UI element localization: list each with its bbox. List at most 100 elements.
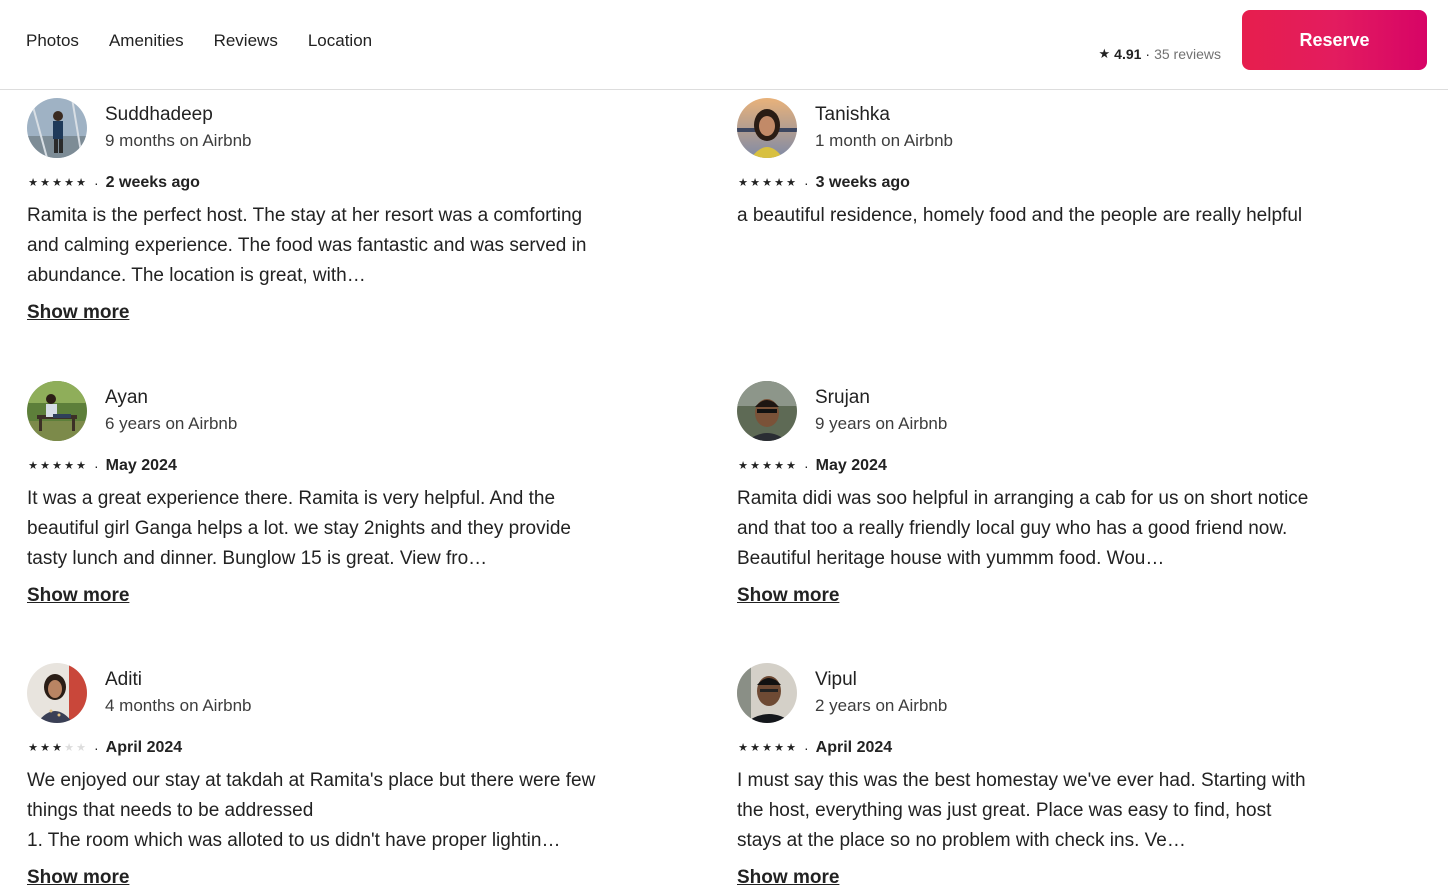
review-text: It was a great experience there. Ramita … [27, 488, 571, 569]
star-icon: ★ [76, 460, 86, 472]
show-more-link[interactable]: Show more [737, 867, 839, 889]
meta-separator: · [804, 740, 809, 756]
review-meta: ★ ★ ★ ★ ★ · April 2024 [737, 739, 892, 757]
star-icon: ★ [762, 460, 772, 472]
review-text: Ramita didi was soo helpful in arranging… [737, 488, 1309, 569]
star-rating: ★ ★ ★ ★ ★ [27, 742, 87, 754]
review-text: I must say this was the best homestay we… [737, 770, 1306, 851]
star-icon: ★ [774, 460, 784, 472]
star-icon: ★ [738, 177, 748, 189]
review-date: May 2024 [105, 457, 177, 474]
sticky-header: Photos Amenities Reviews Location ★ 4.91… [0, 0, 1448, 90]
nav-location-link[interactable]: Location [308, 30, 372, 52]
star-icon: ★ [28, 742, 38, 754]
reserve-button[interactable]: Reserve [1242, 10, 1427, 70]
reviewer-tenure: 9 months on Airbnb [105, 131, 252, 150]
review-date: April 2024 [105, 739, 183, 756]
show-more-link[interactable]: Show more [27, 867, 129, 889]
review-meta: ★ ★ ★ ★ ★ · May 2024 [737, 457, 887, 475]
star-icon: ★ [750, 177, 760, 189]
reviewer-tenure: 2 years on Airbnb [815, 696, 948, 715]
avatar-photo-icon [737, 663, 797, 723]
reviewer-name: Aditi [105, 669, 142, 690]
show-more-link[interactable]: Show more [27, 302, 129, 324]
review-date: May 2024 [815, 457, 887, 474]
review-meta: ★ ★ ★ ★ ★ · 3 weeks ago [737, 174, 910, 192]
avatar[interactable] [737, 381, 797, 441]
review-text: We enjoyed our stay at takdah at Ramita'… [27, 770, 596, 851]
star-icon: ★ [40, 460, 50, 472]
star-icon: ★ [1098, 46, 1111, 61]
review-meta: ★ ★ ★ ★ ★ · May 2024 [27, 457, 177, 475]
review-text: a beautiful residence, homely food and t… [737, 205, 1303, 226]
reviewer-name: Srujan [815, 387, 870, 408]
reviewer-name: Suddhadeep [105, 104, 213, 125]
review-date: 3 weeks ago [815, 174, 910, 191]
reviews-count: 35 reviews [1154, 46, 1221, 62]
star-icon: ★ [738, 460, 748, 472]
avatar-photo-icon [737, 98, 797, 158]
star-icon: ★ [28, 177, 38, 189]
star-icon: ★ [52, 177, 62, 189]
review-meta: ★ ★ ★ ★ ★ · April 2024 [27, 739, 182, 757]
reviewer-tenure: 6 years on Airbnb [105, 414, 238, 433]
star-icon: ★ [762, 742, 772, 754]
star-rating: ★ ★ ★ ★ ★ [737, 177, 797, 189]
star-icon: ★ [774, 177, 784, 189]
section-nav: Photos Amenities Reviews Location [26, 30, 372, 52]
star-icon: ★ [64, 177, 74, 189]
review-text: Ramita is the perfect host. The stay at … [27, 205, 587, 286]
star-icon: ★ [64, 742, 74, 754]
star-rating: ★ ★ ★ ★ ★ [27, 460, 87, 472]
star-icon: ★ [786, 742, 796, 754]
star-icon: ★ [28, 460, 38, 472]
rating-value: 4.91 [1114, 46, 1142, 62]
star-icon: ★ [52, 742, 62, 754]
avatar[interactable] [27, 98, 87, 158]
star-rating: ★ ★ ★ ★ ★ [27, 177, 87, 189]
meta-separator: · [804, 458, 809, 474]
review-date: April 2024 [815, 739, 893, 756]
star-icon: ★ [40, 177, 50, 189]
review-date: 2 weeks ago [105, 174, 200, 191]
nav-photos-link[interactable]: Photos [26, 30, 79, 52]
star-icon: ★ [76, 742, 86, 754]
meta-separator: · [94, 175, 99, 191]
star-icon: ★ [750, 742, 760, 754]
show-more-link[interactable]: Show more [737, 585, 839, 607]
reviewer-tenure: 1 month on Airbnb [815, 131, 953, 150]
avatar-photo-icon [27, 381, 87, 441]
avatar[interactable] [27, 381, 87, 441]
reviewer-name: Ayan [105, 387, 148, 408]
star-icon: ★ [762, 177, 772, 189]
reviewer-name: Vipul [815, 669, 857, 690]
star-icon: ★ [750, 460, 760, 472]
nav-amenities-link[interactable]: Amenities [109, 30, 184, 52]
summary-separator: · [1145, 46, 1151, 62]
star-icon: ★ [52, 460, 62, 472]
nav-reviews-link[interactable]: Reviews [214, 30, 278, 52]
avatar-photo-icon [27, 663, 87, 723]
reviewer-tenure: 4 months on Airbnb [105, 696, 252, 715]
avatar[interactable] [737, 663, 797, 723]
star-icon: ★ [786, 460, 796, 472]
avatar[interactable] [737, 98, 797, 158]
star-rating: ★ ★ ★ ★ ★ [737, 742, 797, 754]
meta-separator: · [94, 458, 99, 474]
star-icon: ★ [64, 460, 74, 472]
reviewer-tenure: 9 years on Airbnb [815, 414, 948, 433]
avatar[interactable] [27, 663, 87, 723]
reviewer-name: Tanishka [815, 104, 890, 125]
meta-separator: · [804, 175, 809, 191]
review-meta: ★ ★ ★ ★ ★ · 2 weeks ago [27, 174, 200, 192]
meta-separator: · [94, 740, 99, 756]
show-more-link[interactable]: Show more [27, 585, 129, 607]
avatar-photo-icon [27, 98, 87, 158]
avatar-photo-icon [737, 381, 797, 441]
star-rating: ★ ★ ★ ★ ★ [737, 460, 797, 472]
star-icon: ★ [774, 742, 784, 754]
star-icon: ★ [738, 742, 748, 754]
star-icon: ★ [76, 177, 86, 189]
star-icon: ★ [786, 177, 796, 189]
star-icon: ★ [40, 742, 50, 754]
